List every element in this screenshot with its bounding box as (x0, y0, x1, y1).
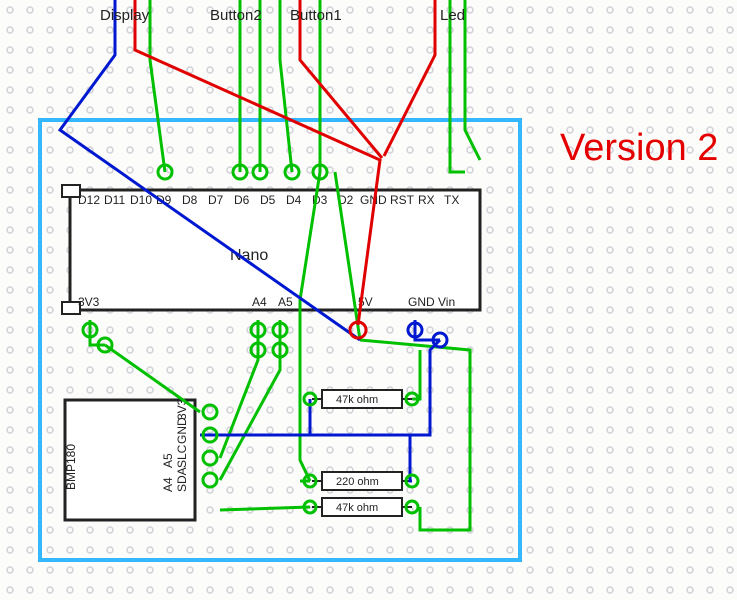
svg-text:D10: D10 (130, 193, 152, 207)
svg-text:D4: D4 (286, 193, 302, 207)
svg-text:D6: D6 (234, 193, 250, 207)
svg-text:SLC: SLC (175, 444, 189, 468)
label-button1: Button1 (290, 7, 342, 24)
svg-text:D7: D7 (208, 193, 224, 207)
svg-text:A4: A4 (252, 295, 267, 309)
svg-text:D5: D5 (260, 193, 276, 207)
svg-text:RX: RX (418, 193, 435, 207)
label-button2: Button2 (210, 7, 262, 24)
svg-text:RST: RST (390, 193, 415, 207)
svg-text:D8: D8 (182, 193, 198, 207)
label-led: Led (440, 7, 465, 24)
svg-text:D11: D11 (104, 193, 125, 207)
microcontroller: Nano D12 D11 D10 D9 D8 D7 D6 D5 D4 D3 D2… (62, 185, 480, 314)
svg-text:GND: GND (408, 295, 435, 309)
resistor-r3: 47k ohm (312, 498, 412, 516)
svg-text:220 ohm: 220 ohm (336, 476, 379, 488)
pins-top: D12 D11 D10 D9 D8 D7 D6 D5 D4 D3 D2 GND … (78, 193, 459, 207)
svg-text:3V3: 3V3 (78, 295, 100, 309)
svg-text:A5: A5 (161, 453, 175, 468)
svg-text:47k ohm: 47k ohm (336, 394, 378, 406)
resistor-r2: 220 ohm (312, 472, 412, 490)
svg-text:GND: GND (175, 417, 189, 444)
label-display: Display (100, 7, 150, 24)
sensor-label: BMP180 (64, 444, 78, 490)
svg-text:D12: D12 (78, 193, 100, 207)
svg-text:47k ohm: 47k ohm (336, 502, 378, 514)
resistor-r1: 47k ohm (312, 390, 412, 408)
version-title: Version 2 (560, 127, 718, 169)
svg-text:Vin: Vin (438, 295, 455, 309)
svg-text:A5: A5 (278, 295, 293, 309)
schematic: Version 2 Nano D12 D11 D10 D9 D8 D7 D6 D… (0, 0, 737, 600)
svg-text:SDA: SDA (175, 467, 189, 492)
svg-text:A4: A4 (161, 477, 175, 492)
sensor-bmp180: BMP180 3V3 GND SLC SDA A5 A4 (64, 398, 195, 520)
svg-text:TX: TX (444, 193, 459, 207)
